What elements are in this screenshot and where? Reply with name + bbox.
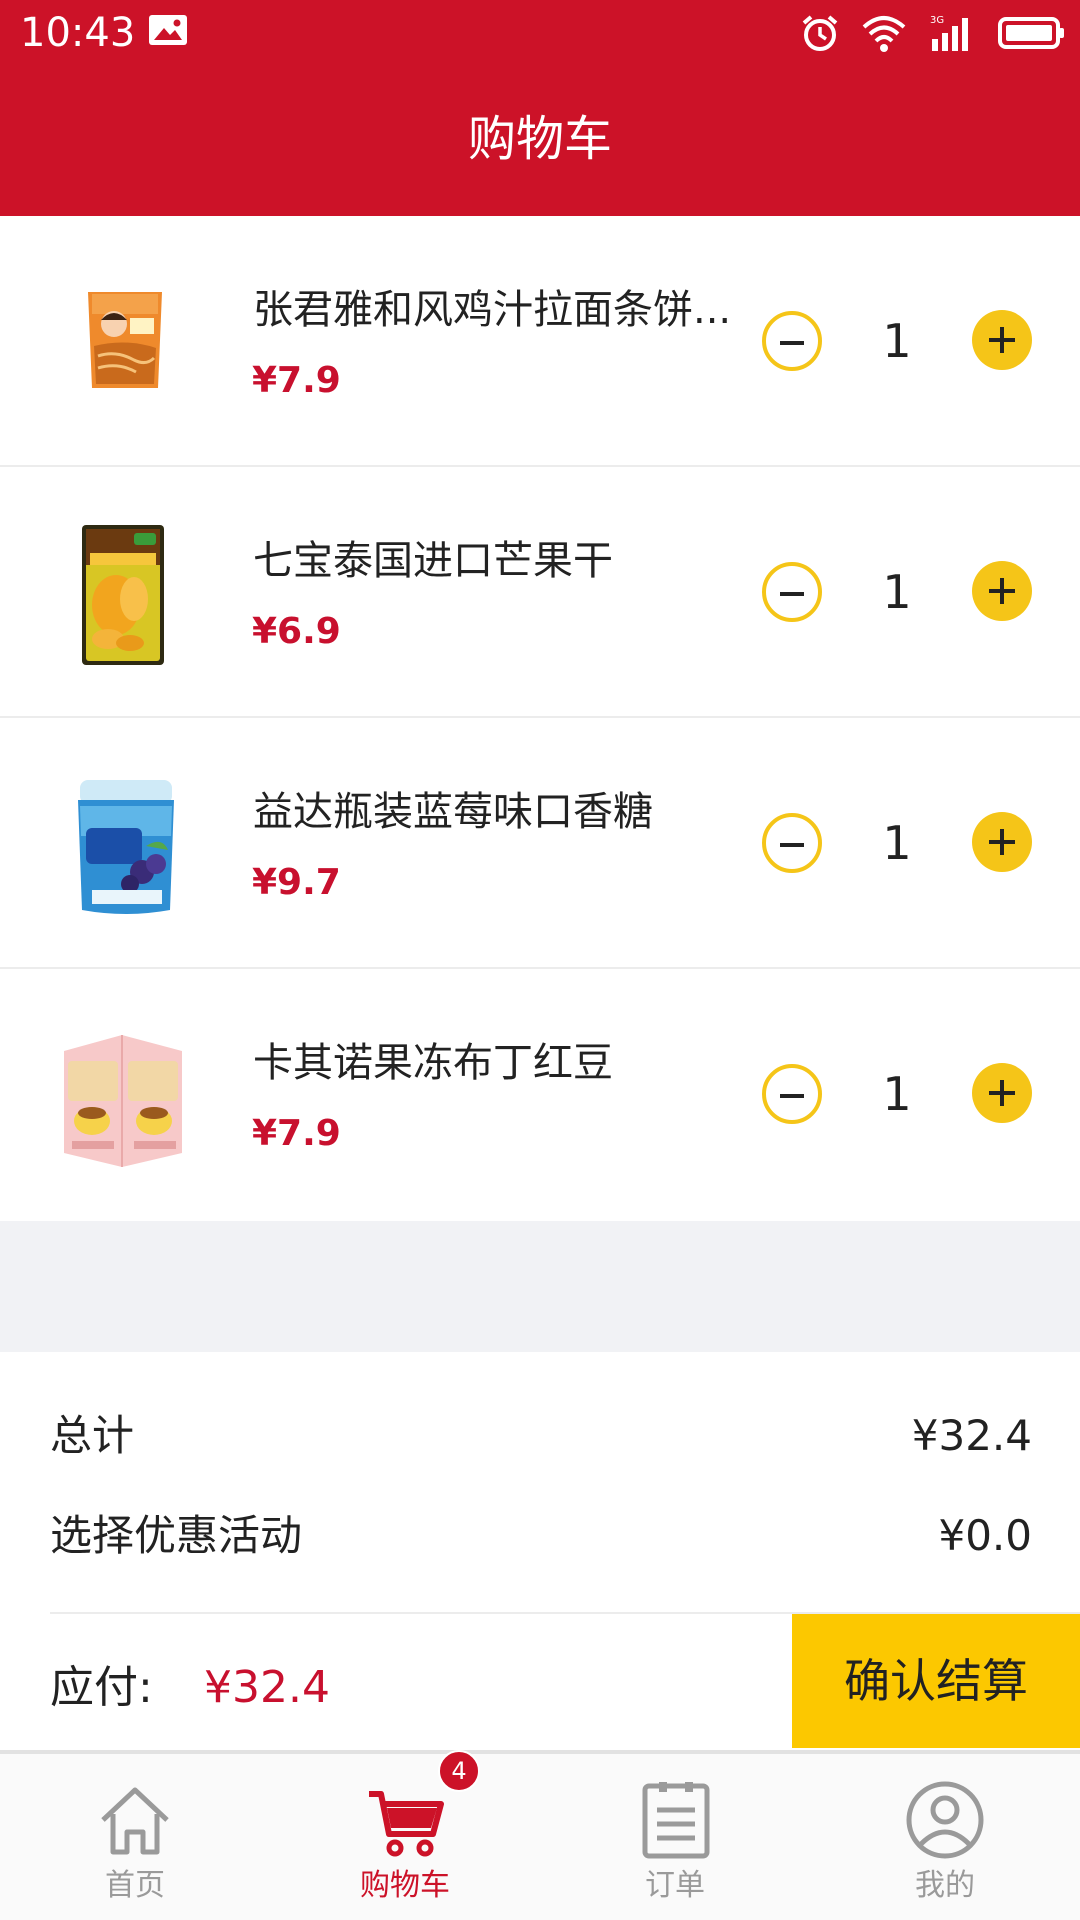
item-name: 张君雅和风鸡汁拉面条饼...: [253, 287, 732, 333]
decrease-quantity-button[interactable]: [762, 1064, 822, 1124]
image-notification-icon: [149, 15, 187, 45]
product-image-pudding-box: [46, 1017, 200, 1171]
tab-home[interactable]: 首页: [0, 1754, 270, 1920]
item-price: ¥7.9: [252, 1113, 341, 1154]
svg-text:3G: 3G: [930, 15, 944, 26]
item-name: 卡其诺果冻布丁红豆: [253, 1040, 613, 1086]
product-image-gum-bottle: [46, 766, 200, 920]
item-name: 七宝泰国进口芒果干: [253, 538, 613, 584]
tab-cart[interactable]: 购物车: [270, 1754, 540, 1920]
quantity-value: 1: [882, 565, 912, 619]
total-label: 总计: [50, 1411, 135, 1460]
decrease-quantity-button[interactable]: [762, 562, 822, 622]
quantity-value: 1: [882, 314, 912, 368]
quantity-value: 1: [882, 816, 912, 870]
alarm-icon: [802, 15, 838, 51]
home-icon: [101, 1787, 169, 1855]
increase-quantity-button[interactable]: [972, 561, 1032, 621]
tab-orders[interactable]: 订单: [540, 1754, 810, 1920]
item-name: 益达瓶装蓝莓味口香糖: [253, 789, 653, 835]
cart-item[interactable]: 卡其诺果冻布丁红豆 ¥7.9 1: [0, 969, 1080, 1221]
product-image-noodle-snack: [46, 264, 200, 418]
top-bar: 10:43 3G 购物车: [0, 0, 1080, 216]
item-price: ¥6.9: [252, 611, 341, 652]
tab-label: 购物车: [360, 1868, 450, 1903]
status-icons: 3G: [800, 8, 1066, 58]
decrease-quantity-button[interactable]: [762, 311, 822, 371]
tab-label: 订单: [645, 1868, 705, 1903]
cart-count-badge: 4: [438, 1750, 480, 1792]
battery-icon: [998, 17, 1064, 49]
cart-item[interactable]: 张君雅和风鸡汁拉面条饼... ¥7.9 1: [0, 216, 1080, 467]
tab-label: 我的: [915, 1868, 975, 1903]
item-price: ¥7.9: [252, 360, 341, 401]
total-value: ¥32.4: [911, 1411, 1032, 1460]
tab-label: 首页: [105, 1868, 165, 1903]
payable-label: 应付:: [50, 1662, 153, 1713]
cart-icon: [369, 1791, 444, 1857]
tab-profile[interactable]: 我的: [810, 1754, 1080, 1920]
item-price: ¥9.7: [252, 862, 341, 903]
increase-quantity-button[interactable]: [972, 812, 1032, 872]
order-summary: 总计 ¥32.4 选择优惠活动 ¥0.0 应付: ¥32.4 确认结算: [0, 1352, 1080, 1750]
user-icon: [906, 1781, 984, 1859]
cart-item[interactable]: 七宝泰国进口芒果干 ¥6.9 1: [0, 467, 1080, 718]
bottom-tab-bar: 首页 购物车 4 订单 我的: [0, 1750, 1080, 1920]
total-row: 总计 ¥32.4: [50, 1406, 1032, 1466]
increase-quantity-button[interactable]: [972, 310, 1032, 370]
quantity-value: 1: [882, 1067, 912, 1121]
promo-label[interactable]: 选择优惠活动: [50, 1506, 302, 1566]
page-title: 购物车: [467, 111, 612, 167]
cart-item[interactable]: 益达瓶装蓝莓味口香糖 ¥9.7 1: [0, 718, 1080, 969]
cart-list: 张君雅和风鸡汁拉面条饼... ¥7.9 1 七宝泰国进口芒果干 ¥6.9 1 益…: [0, 216, 1080, 1221]
checkout-button[interactable]: 确认结算: [792, 1614, 1080, 1748]
wifi-icon: [862, 16, 906, 52]
increase-quantity-button[interactable]: [972, 1063, 1032, 1123]
promo-value: ¥0.0: [938, 1511, 1032, 1560]
promo-row[interactable]: 选择优惠活动 ¥0.0: [50, 1506, 1032, 1566]
product-image-dried-mango: [46, 515, 200, 669]
decrease-quantity-button[interactable]: [762, 813, 822, 873]
payable-amount: ¥32.4: [204, 1662, 330, 1713]
order-icon: [642, 1782, 710, 1859]
signal-3g-icon: 3G: [930, 15, 968, 51]
status-time: 10:43: [20, 10, 136, 56]
